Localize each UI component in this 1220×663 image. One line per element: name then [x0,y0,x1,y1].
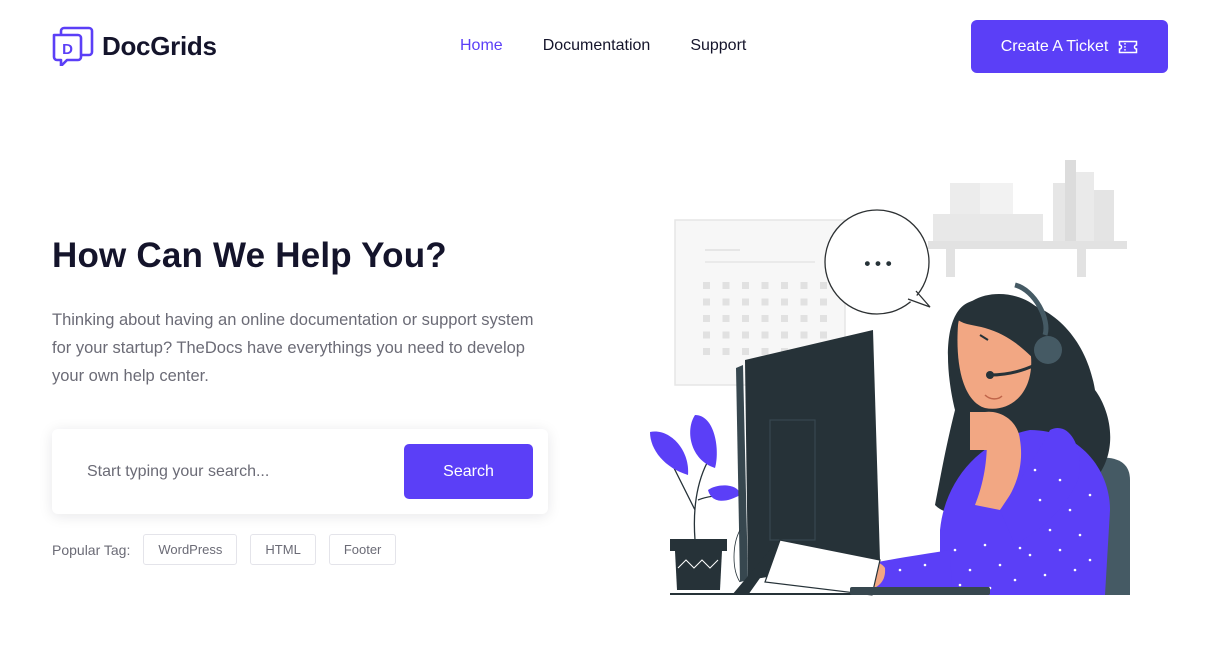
nav-item-home[interactable]: Home [460,37,503,55]
shirt-dot [898,568,902,572]
create-ticket-button[interactable]: Create A Ticket [971,20,1168,73]
tag-html[interactable]: HTML [250,534,316,565]
calendar-cell [820,315,827,322]
calendar-cell [781,298,788,306]
main-nav: Home Documentation Support [460,37,786,55]
calendar-cell [742,315,749,322]
logo[interactable]: D DocGrids [52,26,217,66]
tag-wordpress[interactable]: WordPress [143,534,238,565]
logo-icon: D [52,26,94,66]
speech-bubble-dots: • • • [864,254,891,273]
shirt-dot [998,563,1002,567]
support-agent-illustration: • • • [650,160,1130,596]
wall-shelf [928,160,1127,277]
calendar-cell [703,331,710,339]
logo-letter: D [62,41,73,58]
calendar-cell [781,331,788,339]
calendar-cell [761,315,769,322]
brand-name: DocGrids [102,30,217,61]
shirt-dot [1078,533,1082,537]
shirt-dot [1073,568,1077,572]
keyboard [850,587,990,595]
calendar-cell [820,282,827,289]
calendar-cell [800,298,808,306]
shirt-dot [1038,498,1042,502]
calendar-cell [761,331,769,339]
shirt-dot [1088,493,1092,497]
search-button[interactable]: Search [404,444,533,499]
calendar-cell [781,315,788,322]
search-input[interactable] [72,447,402,497]
calendar-cell [761,282,769,289]
calendar-cell [722,298,730,306]
calendar-cell [722,331,730,339]
calendar-cell [703,348,710,355]
popular-tags-label: Popular Tag: [52,541,131,558]
calendar-cell [722,315,730,322]
search-form: Search [52,429,548,514]
shirt-dot [1028,553,1032,557]
shirt-dot [983,543,987,547]
calendar-cell [800,282,808,289]
shirt-dot [1018,546,1022,550]
calendar-cell [781,282,788,289]
nav-item-support[interactable]: Support [690,37,746,55]
calendar-cell [820,331,827,339]
computer-monitor [732,330,881,596]
shirt-dot [1088,558,1092,562]
shirt-dot [953,548,957,552]
popular-tags: Popular Tag: WordPress HTML Footer [52,534,409,565]
hero-title: How Can We Help You? [52,236,447,275]
ticket-icon [1119,40,1138,53]
shirt-dot [923,563,927,567]
shirt-dot [1033,468,1037,472]
calendar-cell [820,298,827,306]
shirt-dot [1043,573,1047,577]
calendar-cell [742,282,749,289]
calendar-cell [742,348,749,355]
shirt-dot [968,568,972,572]
calendar-cell [800,315,808,322]
shirt-dot [1058,548,1062,552]
calendar-cell [761,348,769,355]
calendar-cell [722,282,730,289]
calendar-cell [703,315,710,322]
nav-item-documentation[interactable]: Documentation [543,37,651,55]
calendar-cell [742,298,749,306]
calendar-cell [722,348,730,355]
tag-footer[interactable]: Footer [328,534,397,565]
calendar-cell [800,331,808,339]
speech-bubble: • • • [824,209,932,315]
shirt-dot [958,583,962,587]
calendar-cell [742,331,749,339]
shirt-dot [1058,478,1062,482]
potted-plant [650,415,740,590]
calendar-cell [703,282,710,289]
calendar-cell [703,298,710,306]
shirt-dot [1068,508,1072,512]
create-ticket-label: Create A Ticket [1000,37,1109,55]
hero-description: Thinking about having an online document… [52,311,534,385]
shirt-dot [1013,578,1017,582]
shirt-dot [1048,528,1052,532]
site-header: D DocGrids Home Documentation Support Cr… [0,0,1220,94]
calendar-cell [761,298,769,306]
